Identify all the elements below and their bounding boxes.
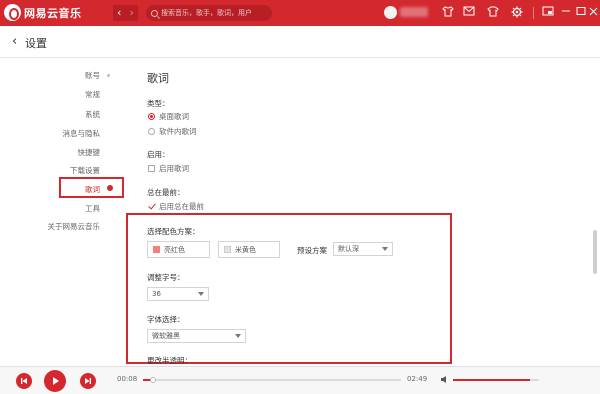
checkbox-enable-lyrics[interactable]: 启用歌词 [148, 163, 189, 174]
total-time: 02:49 [407, 375, 428, 383]
chevron-down-icon [198, 292, 204, 296]
color-swatch [153, 246, 160, 253]
volume-fill [453, 379, 531, 381]
username-blurred[interactable] [400, 7, 428, 17]
sidebar-item-lyrics[interactable]: 歌词 [85, 184, 100, 195]
scheme-label: 亮红色 [164, 245, 185, 254]
scrollbar-track[interactable] [593, 58, 597, 364]
sidebar-item-account[interactable]: 账号 [85, 70, 100, 81]
sidebar-item-tools[interactable]: 工具 [85, 203, 100, 214]
radio-label: 桌面歌词 [159, 112, 189, 121]
checkbox-label: 启用歌词 [159, 164, 189, 173]
clothes-skin-icon[interactable] [441, 6, 455, 20]
radio-desktop-lyrics[interactable]: 桌面歌词 [148, 111, 189, 122]
section-title-lyrics: 歌词 [147, 72, 169, 85]
nav-back-button[interactable]: ‹ [113, 5, 126, 21]
radio-label: 软件内歌词 [159, 127, 197, 136]
preset-value: 默认深 [338, 245, 359, 253]
sidebar-item-shortcuts[interactable]: 快捷键 [78, 147, 101, 158]
play-icon [52, 377, 59, 385]
history-nav: ‹ › [113, 5, 138, 21]
progress-bar[interactable] [143, 379, 401, 381]
color-swatch [224, 246, 231, 253]
close-icon[interactable] [588, 6, 598, 20]
search-icon [151, 9, 158, 17]
radio-selected-icon [148, 113, 155, 120]
chevron-down-icon [235, 334, 241, 338]
title-bar: 网易云音乐 ‹ › [0, 0, 600, 26]
checkmark-icon [148, 203, 155, 210]
radio-in-app-lyrics[interactable]: 软件内歌词 [148, 126, 197, 137]
header-divider [0, 57, 600, 58]
preset-select[interactable]: 默认深 [333, 242, 393, 256]
font-size-select[interactable]: 36 [147, 287, 209, 301]
play-button[interactable] [44, 370, 66, 392]
back-button[interactable]: ‹ [12, 34, 17, 49]
search-box[interactable] [146, 5, 272, 21]
mail-icon[interactable] [462, 6, 476, 20]
volume-slider[interactable] [453, 379, 539, 381]
enable-label: 启用： [147, 150, 170, 159]
gear-icon[interactable] [510, 6, 524, 20]
previous-icon [21, 378, 27, 384]
minimize-icon[interactable] [559, 6, 573, 20]
current-time: 00:08 [117, 375, 138, 383]
preset-label: 预设方案 [297, 246, 327, 255]
sidebar-bullet [107, 74, 110, 77]
page-title: 设置 [25, 37, 47, 50]
radio-unselected-icon [148, 128, 155, 135]
scrollbar-thumb[interactable] [593, 230, 597, 274]
scheme-label: 米黄色 [235, 245, 256, 254]
scheme-button-beige[interactable]: 米黄色 [218, 241, 280, 258]
sidebar-item-download[interactable]: 下载设置 [70, 165, 100, 176]
sidebar-item-system[interactable]: 系统 [85, 109, 100, 120]
app-name: 网易云音乐 [24, 6, 82, 20]
next-icon [85, 378, 91, 384]
font-size-label: 调整字号： [147, 273, 185, 282]
maximize-icon[interactable] [574, 6, 588, 20]
color-scheme-label: 选择配色方案： [147, 227, 200, 236]
sidebar-item-privacy[interactable]: 消息与隐私 [63, 128, 101, 139]
font-size-value: 36 [152, 290, 161, 298]
netease-music-logo-icon [4, 4, 21, 21]
volume-icon[interactable] [441, 376, 449, 383]
next-track-button[interactable] [80, 373, 96, 389]
type-label: 类型： [147, 99, 170, 108]
checkbox-unchecked-icon [148, 165, 155, 172]
topmost-label: 总在最前： [147, 188, 185, 197]
nav-forward-button[interactable]: › [126, 5, 139, 21]
font-value: 微软雅黑 [152, 332, 180, 340]
previous-track-button[interactable] [16, 373, 32, 389]
app-logo[interactable]: 网易云音乐 [4, 4, 82, 21]
checkbox-label: 启用总在最前 [159, 202, 204, 211]
font-select[interactable]: 微软雅黑 [147, 329, 246, 343]
t-shirt-icon[interactable] [486, 6, 500, 20]
chevron-down-icon [382, 247, 388, 251]
sidebar-item-general[interactable]: 常规 [85, 89, 100, 100]
active-indicator-dot [107, 185, 113, 191]
search-input[interactable] [161, 9, 271, 17]
titlebar-divider [533, 7, 534, 19]
sidebar-item-about[interactable]: 关于网易云音乐 [48, 221, 101, 232]
checkbox-always-on-top[interactable]: 启用总在最前 [148, 201, 204, 212]
avatar[interactable] [384, 6, 397, 19]
scheme-button-bright-red[interactable]: 亮红色 [147, 241, 210, 258]
mini-mode-icon[interactable] [541, 6, 555, 20]
more-settings-label: 更改半透明： [147, 356, 192, 365]
font-label: 字体选择： [147, 315, 185, 324]
